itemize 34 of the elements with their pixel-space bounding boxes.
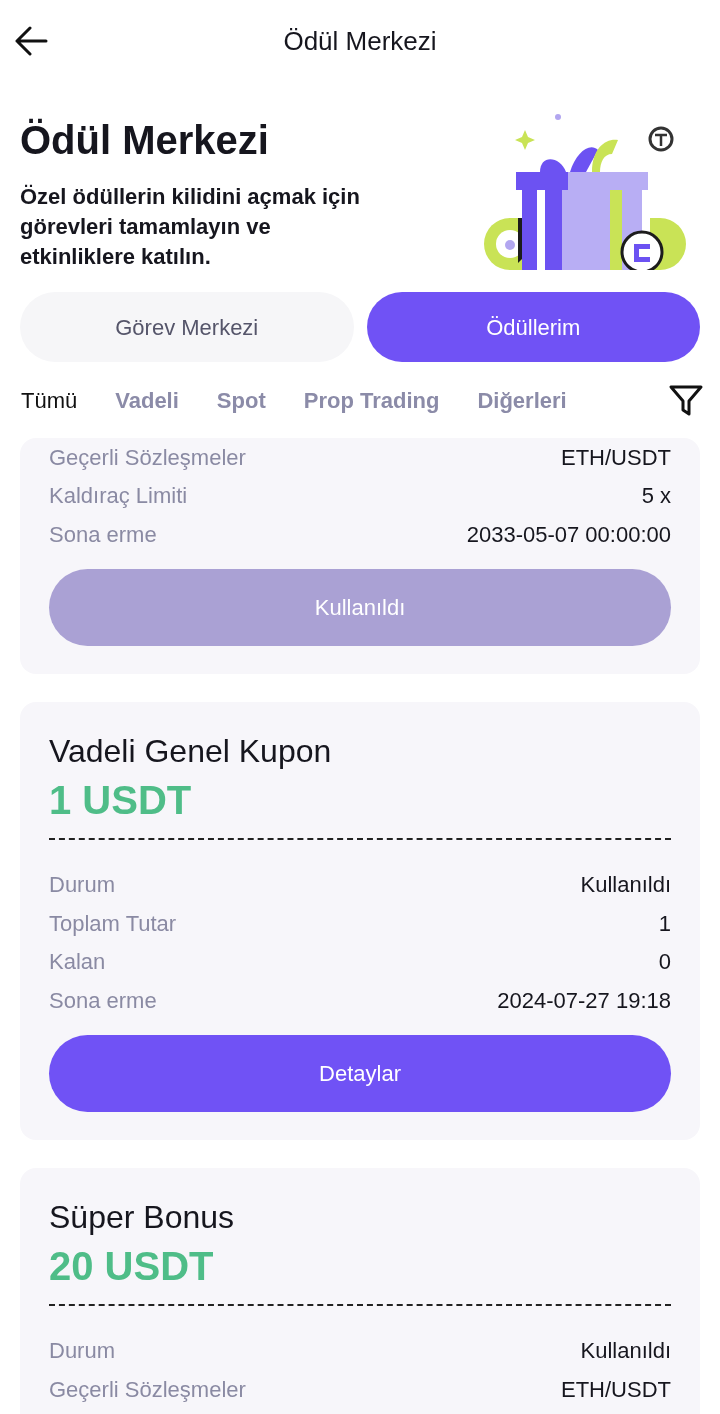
detail-label: Kalan [49,948,106,977]
detail-label: Geçerli Sözleşmeler [49,443,246,472]
detail-label: Geçerli Sözleşmeler [49,1375,246,1404]
back-arrow-icon[interactable] [14,26,48,56]
filter-tab[interactable]: Vadeli [115,383,179,417]
detail-label: Sona erme [49,520,157,549]
detail-value: ETH/USDT [561,443,671,472]
detail-value: 2033-05-07 00:00:00 [466,520,671,549]
detail-value: ETH/USDT [561,1375,671,1404]
segment-tab[interactable]: Ödüllerim [366,292,700,362]
detail-label: Kaldıraç Limiti [49,482,188,511]
details-button[interactable]: Detaylar [49,1034,671,1112]
detail-value: 0 [658,948,671,977]
card-title: Vadeli Genel Kupon [49,731,333,771]
detail-value: 5 x [641,482,671,511]
hero-title: Ödül Merkezi [20,117,270,164]
detail-value: Kullanıldı [580,871,671,900]
detail-label: Sona erme [49,986,157,1015]
filter-tab[interactable]: Spot [216,383,266,417]
card-title: Süper Bonus [49,1197,235,1237]
hero-description: Özel ödüllerin kilidini açmak için görevleri tamamlayın ve etkinliklere katılın. [20,183,361,271]
filter-tab[interactable]: Tümü [21,383,78,417]
page-title: Ödül Merkezi [283,24,437,58]
detail-label: Durum [49,871,115,900]
reward-amount: 1 USDT [49,776,193,824]
filter-tab[interactable]: Prop Trading [303,383,440,417]
detail-label: Toplam Tutar [49,909,177,938]
detail-label: Durum [49,1337,115,1366]
detail-value: 2024-07-27 19:18 [497,986,671,1015]
segment-tab[interactable]: Görev Merkezi [20,292,354,362]
detail-value: Kullanıldı [580,1337,671,1366]
detail-value: 1 [658,909,671,938]
reward-amount: 20 USDT [49,1242,215,1290]
filter-tab[interactable]: Diğerleri [477,383,567,417]
